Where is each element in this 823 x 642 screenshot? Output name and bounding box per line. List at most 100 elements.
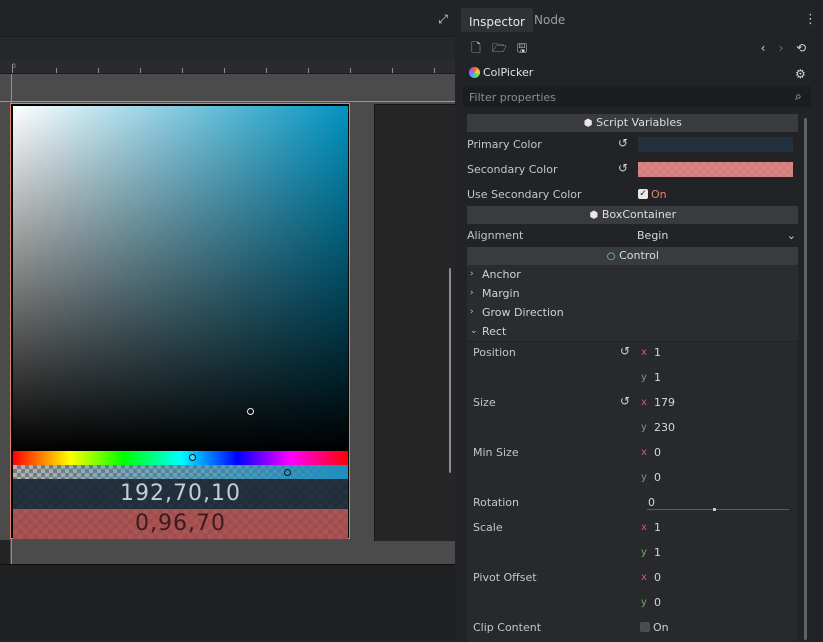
primary-color-label: Primary Color — [467, 138, 542, 151]
fullscreen-icon[interactable]: ⤢ — [436, 12, 450, 26]
chevron-down-icon: ⌄ — [786, 229, 796, 242]
chevron-down-icon: ⌄ — [470, 326, 478, 336]
revert-icon[interactable]: ↺ — [620, 344, 630, 358]
min-size-y-value[interactable]: 0 — [654, 471, 661, 484]
use-secondary-color-checkbox[interactable]: ✓ — [638, 189, 648, 199]
size-y-value[interactable]: 230 — [654, 421, 675, 434]
secondary-color-label: Secondary Color — [467, 163, 558, 176]
position-x-value[interactable]: 1 — [654, 346, 661, 359]
dock-tabs: Inspector Node — [459, 8, 823, 32]
alignment-label: Alignment — [467, 229, 524, 242]
revert-icon[interactable]: ↺ — [620, 394, 630, 408]
secondary-color-field[interactable] — [638, 162, 793, 177]
history-back-icon[interactable]: ‹ — [756, 41, 770, 55]
group-anchor[interactable]: › Anchor — [467, 265, 798, 284]
bottom-panel — [0, 564, 455, 640]
ruler-tick — [98, 68, 99, 73]
group-margin[interactable]: › Margin — [467, 284, 798, 303]
chevron-right-icon: › — [470, 269, 474, 279]
color-picker-node[interactable]: 192,70,10 0,96,70 — [10, 103, 350, 539]
position-y-value[interactable]: 1 — [654, 371, 661, 384]
horizontal-ruler: 0 — [0, 59, 455, 74]
ruler-tick — [224, 68, 225, 73]
scale-x-value[interactable]: 1 — [654, 521, 661, 534]
primary-color-swatch[interactable]: 192,70,10 — [13, 479, 348, 509]
position-label: Position — [473, 346, 516, 359]
clip-content-value[interactable]: On — [653, 621, 669, 634]
rotation-value[interactable]: 0 — [648, 496, 655, 509]
history-forward-icon: › — [778, 41, 784, 55]
color-picker-node-icon — [469, 67, 480, 78]
rotation-label: Rotation — [473, 496, 520, 509]
revert-icon[interactable]: ↺ — [618, 161, 628, 175]
bottom-panel-edge — [0, 540, 10, 564]
ruler-tick — [392, 68, 393, 73]
size-x-value[interactable]: 179 — [654, 396, 675, 409]
axis-x-label: x — [641, 397, 647, 408]
min-size-x-value[interactable]: 0 — [654, 446, 661, 459]
alpha-cursor[interactable] — [284, 469, 291, 476]
search-icon: ⌕ — [795, 89, 802, 103]
pivot-y-value[interactable]: 0 — [654, 596, 661, 609]
rotation-slider-grabber[interactable] — [713, 508, 716, 511]
sv-cursor[interactable] — [247, 408, 254, 415]
section-control[interactable]: ○ Control — [467, 247, 798, 265]
selected-node-row[interactable]: ColPicker ⚙ — [459, 62, 823, 84]
ruler-tick — [266, 68, 267, 73]
viewport-toolbar: ⤢ — [0, 0, 455, 37]
alignment-dropdown[interactable]: Begin ⌄ — [637, 227, 798, 245]
axis-x-label: x — [641, 347, 647, 358]
filter-box: ⌕ — [463, 86, 811, 109]
horizontal-guide — [0, 101, 455, 102]
section-label: Control — [619, 249, 659, 262]
size-label: Size — [473, 396, 496, 409]
saturation-value-square[interactable] — [13, 106, 348, 451]
alpha-slider[interactable] — [13, 465, 348, 479]
axis-y-label: y — [641, 472, 647, 483]
object-history-icon[interactable]: ⟲ — [794, 41, 808, 55]
ruler-tick — [140, 68, 141, 73]
secondary-color-swatch[interactable]: 0,96,70 — [13, 509, 348, 539]
inspector-scrollbar[interactable] — [804, 118, 807, 640]
rotation-slider[interactable] — [647, 508, 789, 511]
section-script-variables[interactable]: ⬢ Script Variables — [467, 114, 798, 132]
tab-inspector[interactable]: Inspector — [461, 8, 533, 32]
class-icon: ⬢ — [589, 210, 599, 221]
group-label: Anchor — [482, 268, 521, 281]
revert-icon[interactable]: ↺ — [618, 136, 628, 150]
canvas-viewport[interactable]: ⤢ 0 192,70,10 0,96,70 — [0, 0, 455, 640]
object-properties-icon[interactable]: ⚙ — [795, 67, 806, 81]
ruler-tick — [182, 68, 183, 73]
load-resource-icon[interactable]: 🗁 — [492, 41, 507, 55]
group-label: Grow Direction — [482, 306, 564, 319]
axis-x-label: x — [641, 447, 647, 458]
section-label: BoxContainer — [601, 208, 677, 221]
rect-group-body — [467, 342, 798, 642]
section-label: Script Variables — [596, 116, 682, 129]
group-rect[interactable]: ⌄ Rect — [467, 322, 798, 341]
hue-slider[interactable] — [13, 451, 348, 465]
ruler-tick — [434, 68, 435, 73]
chevron-right-icon: › — [470, 307, 474, 317]
clip-content-checkbox[interactable] — [640, 622, 650, 632]
section-box-container[interactable]: ⬢ BoxContainer — [467, 206, 798, 224]
axis-x-label: x — [641, 572, 647, 583]
axis-y-label: y — [641, 547, 647, 558]
group-grow-direction[interactable]: › Grow Direction — [467, 303, 798, 322]
scale-y-value[interactable]: 1 — [654, 546, 661, 559]
clip-content-label: Clip Content — [473, 621, 542, 634]
group-label: Rect — [482, 325, 507, 338]
new-resource-icon[interactable]: 🗋 — [469, 41, 483, 55]
filter-properties-input[interactable] — [467, 86, 791, 109]
hue-cursor[interactable] — [189, 454, 196, 461]
save-resource-icon[interactable]: 🖫 — [515, 41, 529, 55]
more-options-icon[interactable]: ⋮ — [804, 12, 817, 28]
use-secondary-color-value[interactable]: On — [651, 188, 667, 201]
viewport-vertical-scrollbar[interactable] — [449, 268, 451, 473]
alignment-value: Begin — [637, 229, 669, 242]
primary-color-field[interactable] — [638, 137, 793, 152]
group-label: Margin — [482, 287, 520, 300]
tab-node[interactable]: Node — [526, 8, 573, 32]
ruler-tick — [56, 68, 57, 73]
pivot-x-value[interactable]: 0 — [654, 571, 661, 584]
